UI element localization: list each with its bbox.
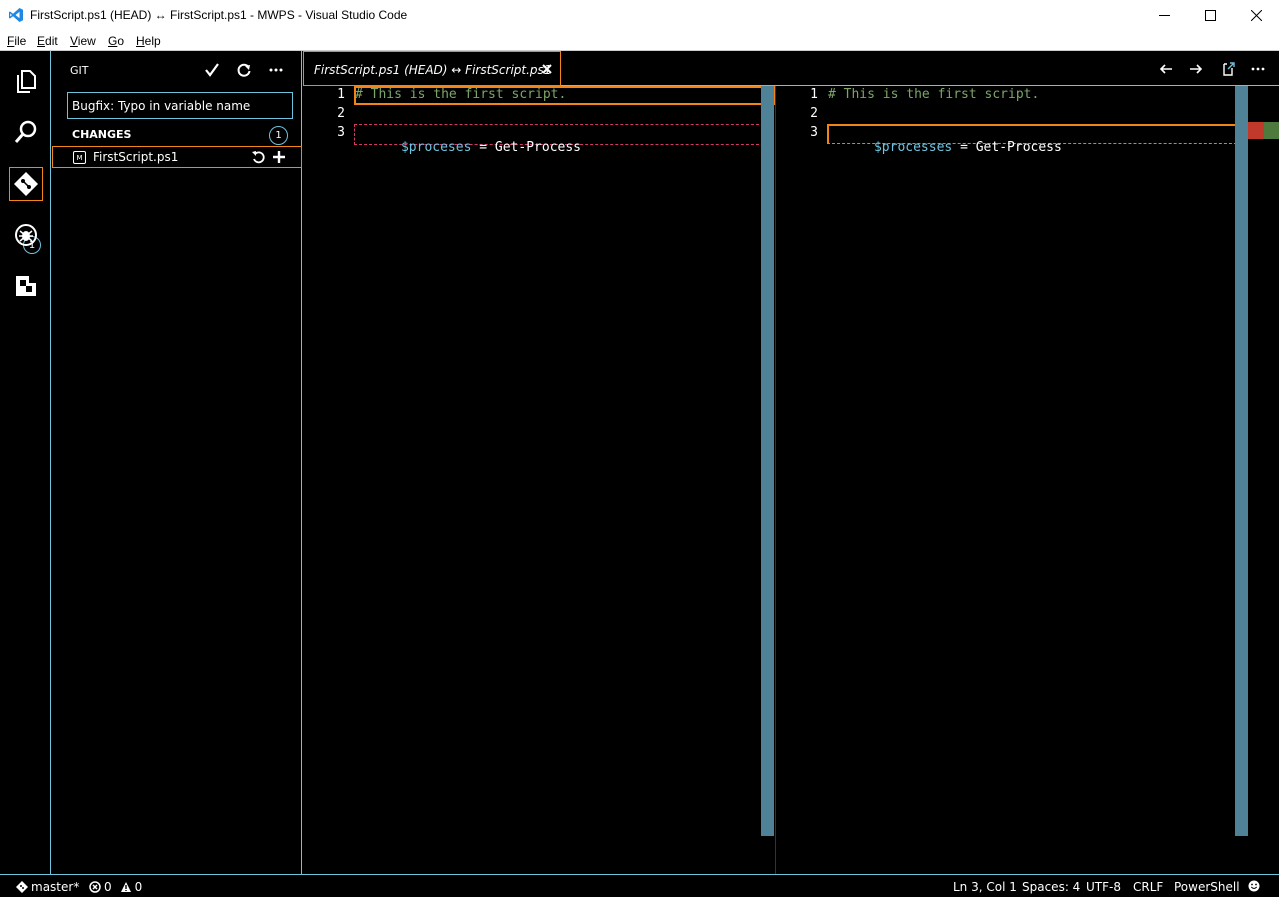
close-icon [542, 64, 552, 74]
close-button[interactable] [1233, 0, 1279, 31]
warning-icon [120, 882, 131, 892]
maximize-icon [1204, 10, 1216, 21]
stage-plus-icon [273, 151, 285, 163]
branch-indicator[interactable]: master* [16, 880, 79, 894]
minimize-icon [1158, 15, 1170, 16]
menu-go[interactable]: Go [108, 34, 124, 48]
activity-git[interactable] [9, 167, 43, 201]
line-number: 3 [810, 125, 818, 140]
commit-check-icon [205, 63, 219, 77]
debug-icon [15, 224, 37, 246]
encoding[interactable]: UTF-8 [1086, 880, 1121, 894]
warning-count: 0 [134, 880, 143, 894]
open-file-icon [1223, 62, 1235, 76]
activity-explorer[interactable] [9, 64, 43, 98]
overview-removed-marker [1248, 122, 1264, 139]
previous-change-icon [1159, 64, 1172, 74]
changes-header[interactable]: CHANGES [72, 128, 131, 141]
code-line: 1 # This is the first script. [303, 86, 775, 105]
refresh-icon [237, 63, 251, 77]
git-branch-icon [16, 881, 28, 893]
code-comment: # This is the first script. [355, 87, 567, 102]
window-title: FirstScript.ps1 (HEAD) ↔ FirstScript.ps1… [30, 8, 408, 22]
activity-search[interactable] [9, 115, 43, 149]
next-change-button[interactable] [1187, 60, 1205, 78]
code-line: 1 # This is the first script. [776, 86, 1279, 105]
editor-tabs-bar: FirstScript.ps1 (HEAD) ↔ FirstScript.ps1 [303, 51, 1279, 86]
smiley-icon [1248, 880, 1260, 892]
file-name: FirstScript.ps1 [93, 150, 179, 164]
code-text: = Get-Process [471, 140, 581, 155]
feedback-button[interactable] [1248, 880, 1260, 892]
open-file-button[interactable] [1219, 60, 1237, 78]
overview-ruler[interactable] [1248, 86, 1279, 836]
stage-changes-button[interactable] [271, 149, 287, 165]
error-count: 0 [104, 880, 112, 894]
diff-modified-editor[interactable]: 1 # This is the first script. 2 3 $proce… [775, 86, 1279, 874]
problems-indicator[interactable]: 0 0 [89, 880, 142, 894]
tab-close-button[interactable] [540, 62, 554, 76]
title-bar: FirstScript.ps1 (HEAD) ↔ FirstScript.ps1… [0, 0, 1279, 31]
editor-more-button[interactable] [1249, 60, 1267, 78]
activity-bar: 1 [0, 51, 51, 874]
indentation[interactable]: Spaces: 4 [1022, 880, 1080, 894]
changes-count-badge: 1 [269, 126, 288, 145]
code-line: 2 [776, 105, 1279, 124]
discard-changes-button[interactable] [250, 149, 266, 165]
vscode-logo-icon [8, 7, 24, 23]
commit-message-input[interactable] [67, 92, 293, 119]
file-status-badge: M [73, 151, 86, 164]
code-comment: # This is the first script. [828, 87, 1040, 102]
diff-original-editor[interactable]: 1 # This is the first script. 2 3 $proce… [303, 86, 775, 874]
sidebar-title: GIT [70, 64, 89, 77]
code-line-inserted: 3 $processes = Get-Process [776, 124, 1279, 155]
git-icon [14, 172, 38, 196]
menu-bar: File Edit View Go Help [0, 31, 1279, 51]
activity-extensions[interactable] [9, 269, 43, 303]
minimize-button[interactable] [1141, 0, 1187, 31]
cursor-position[interactable]: Ln 3, Col 1 [953, 880, 1017, 894]
changed-file-row[interactable]: M FirstScript.ps1 [52, 146, 302, 168]
explorer-icon [17, 70, 36, 93]
line-number: 2 [810, 106, 818, 121]
menu-edit[interactable]: Edit [37, 34, 58, 48]
more-actions-button[interactable] [266, 60, 286, 80]
code-text: = Get-Process [952, 140, 1062, 155]
maximize-button[interactable] [1187, 0, 1233, 31]
line-number: 1 [810, 87, 818, 102]
vertical-scrollbar[interactable] [1235, 86, 1248, 836]
code-line-removed: 3 $proceses = Get-Process [303, 124, 774, 155]
tab-diff[interactable]: FirstScript.ps1 (HEAD) ↔ FirstScript.ps1 [303, 51, 561, 86]
activity-debug[interactable] [9, 218, 43, 252]
more-icon [1251, 67, 1265, 71]
search-icon [14, 120, 37, 143]
menu-help[interactable]: Help [136, 34, 161, 48]
line-number: 1 [337, 87, 345, 102]
next-change-icon [1190, 64, 1203, 74]
branch-name: master* [31, 880, 80, 894]
overview-inserted-marker [1264, 122, 1279, 139]
commit-button[interactable] [202, 60, 222, 80]
language-mode[interactable]: PowerShell [1174, 880, 1240, 894]
tab-label: FirstScript.ps1 (HEAD) ↔ FirstScript.ps1 [314, 63, 552, 77]
code-variable: $processes [873, 140, 953, 155]
code-variable: $proceses [400, 140, 472, 155]
status-bar: master* 0 0 Ln 3, Col 1 Spaces: 4 UTF-8 … [0, 874, 1279, 897]
menu-file[interactable]: File [7, 34, 26, 48]
line-ending[interactable]: CRLF [1133, 880, 1163, 894]
menu-view[interactable]: View [70, 34, 96, 48]
vertical-scrollbar[interactable] [761, 86, 774, 836]
more-icon [269, 68, 283, 72]
previous-change-button[interactable] [1157, 60, 1175, 78]
discard-icon [252, 151, 265, 164]
error-icon [89, 881, 101, 893]
extensions-icon [16, 276, 36, 296]
line-number: 2 [337, 106, 345, 121]
code-line: 2 [303, 105, 774, 124]
close-icon [1250, 10, 1262, 21]
refresh-button[interactable] [234, 60, 254, 80]
line-number: 3 [337, 125, 345, 140]
git-sidebar: GIT CHANGES 1 M FirstScript.ps1 [52, 51, 302, 874]
